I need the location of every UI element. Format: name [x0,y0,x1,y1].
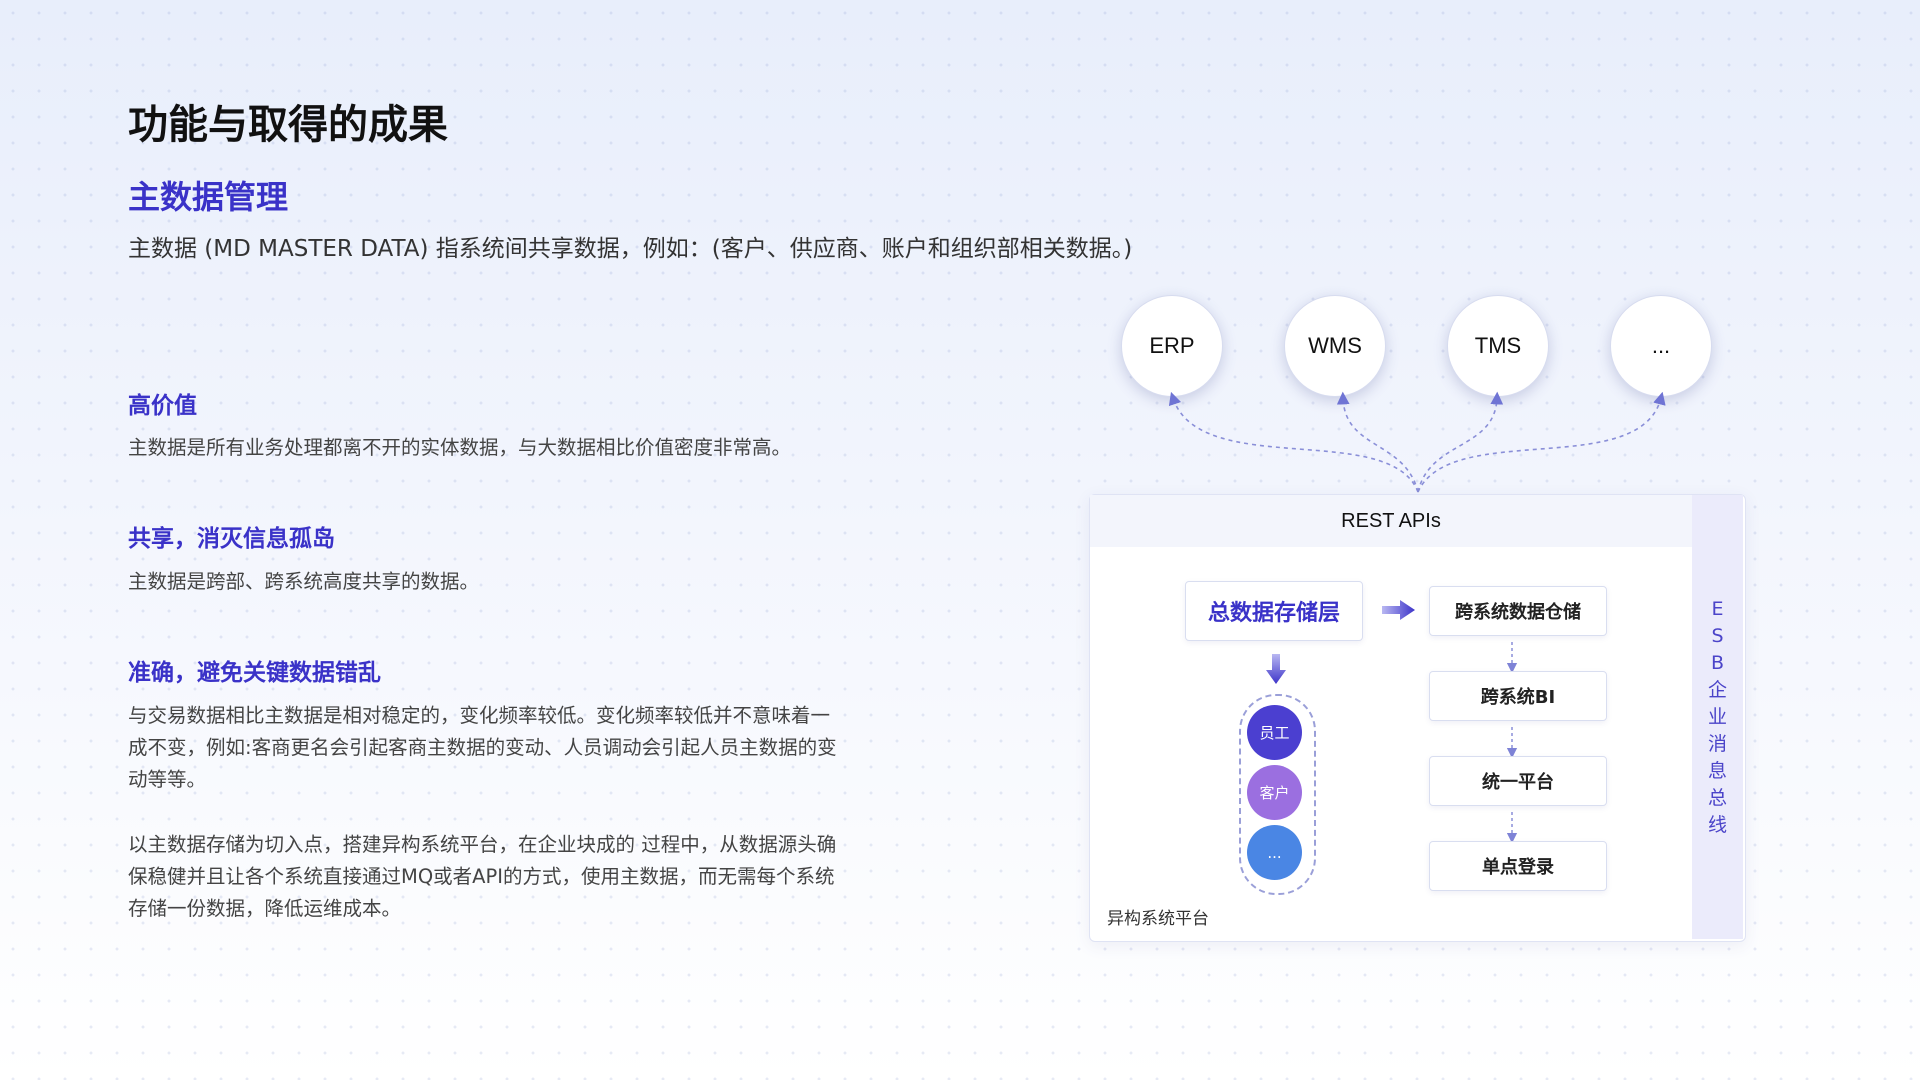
entity-customer: 客户 [1247,765,1302,820]
box-cross-bi: 跨系统BI [1429,671,1607,721]
entity-more: ... [1247,825,1302,880]
arrow-down-icon [1266,654,1286,684]
platform-label: 异构系统平台 [1107,909,1209,929]
box-single-sign-on: 单点登录 [1429,841,1607,891]
entity-employee: 员工 [1247,705,1302,760]
arrow-right-icon [1382,600,1415,620]
box-unified-platform: 统一平台 [1429,756,1607,806]
box-data-warehouse: 跨系统数据仓储 [1429,586,1607,636]
internal-arrows [1266,600,1518,844]
